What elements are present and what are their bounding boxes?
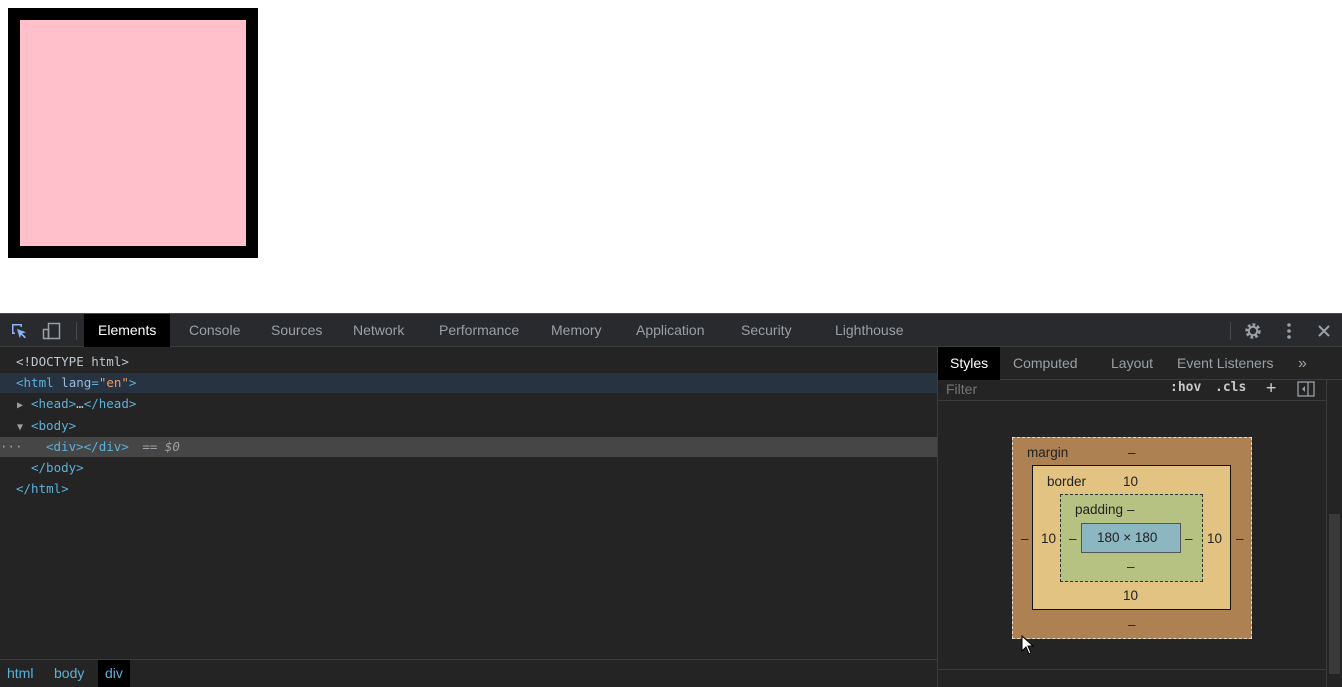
dom-line-body-close[interactable]: </body> <box>0 458 937 478</box>
content-size-value: 180 × 180 <box>1097 530 1158 545</box>
elements-tree: <!DOCTYPE html> <html lang="en"> ▶ <head>… <box>0 347 937 659</box>
styles-filter-bar: :hov .cls + <box>938 380 1326 401</box>
device-toolbar-icon[interactable] <box>42 321 62 341</box>
dom-line-doctype[interactable]: <!DOCTYPE html> <box>0 352 937 372</box>
border-right-value[interactable]: 10 <box>1207 531 1222 546</box>
new-style-rule-button[interactable]: + <box>1266 380 1276 398</box>
body-open-tag: <body> <box>31 418 77 433</box>
sidebar-tabs: Styles Computed Layout Event Listeners » <box>938 347 1342 380</box>
breadcrumb-html[interactable]: html <box>0 660 40 687</box>
tab-network[interactable]: Network <box>353 314 404 347</box>
styles-scrollbar[interactable] <box>1326 380 1342 687</box>
padding-label: padding <box>1075 502 1124 517</box>
border-label: border <box>1047 474 1087 489</box>
more-dots-icon[interactable]: ··· <box>0 437 23 457</box>
tab-styles[interactable]: Styles <box>938 347 1001 380</box>
breadcrumb-div[interactable]: div <box>98 660 130 687</box>
tab-elements[interactable]: Elements <box>84 314 171 347</box>
margin-left-value[interactable]: – <box>1021 531 1029 546</box>
tab-lighthouse[interactable]: Lighthouse <box>835 314 904 347</box>
doctype-text: <!DOCTYPE html> <box>16 354 129 369</box>
collapse-triangle-icon[interactable]: ▼ <box>17 418 31 438</box>
more-options-icon[interactable] <box>1279 321 1299 341</box>
toolbar-divider <box>1230 322 1231 340</box>
tab-sources[interactable]: Sources <box>271 314 322 347</box>
margin-top-value[interactable]: – <box>1128 445 1136 460</box>
tab-memory[interactable]: Memory <box>551 314 602 347</box>
dom-line-div[interactable]: ··· <div></div> == $0 <box>0 437 937 457</box>
padding-left-value[interactable]: – <box>1069 531 1077 546</box>
tab-performance[interactable]: Performance <box>439 314 519 347</box>
border-bottom-value[interactable]: 10 <box>1123 588 1138 603</box>
pink-box-div <box>8 8 258 258</box>
div-close-tag: </div> <box>83 439 129 454</box>
scrollbar-thumb[interactable] <box>1329 514 1340 674</box>
breadcrumb-body[interactable]: body <box>47 660 91 687</box>
padding-bottom-value[interactable]: – <box>1127 559 1135 574</box>
html-close-tag: </html> <box>16 481 69 496</box>
tab-layout[interactable]: Layout <box>1111 347 1153 380</box>
divider <box>938 669 1326 670</box>
border-top-value[interactable]: 10 <box>1123 474 1138 489</box>
close-icon[interactable] <box>1314 321 1334 341</box>
tab-console[interactable]: Console <box>189 314 240 347</box>
margin-bottom-value[interactable]: – <box>1128 617 1136 632</box>
head-ellipsis[interactable]: … <box>76 396 84 411</box>
border-left-value[interactable]: 10 <box>1041 531 1056 546</box>
margin-right-value[interactable]: – <box>1236 531 1244 546</box>
hover-state-button[interactable]: :hov <box>1170 380 1201 398</box>
tab-computed[interactable]: Computed <box>1013 347 1078 380</box>
dom-line-html-close[interactable]: </html> <box>0 479 937 499</box>
page-viewport <box>0 0 1342 313</box>
inspect-element-icon[interactable] <box>9 321 29 341</box>
expand-triangle-icon[interactable]: ▶ <box>17 396 31 416</box>
devtools-panel: Elements Console Sources Network Perform… <box>0 313 1342 687</box>
content-box[interactable]: 180 × 180 <box>1081 523 1181 553</box>
tab-event-listeners[interactable]: Event Listeners <box>1177 347 1274 380</box>
more-tabs-chevron-icon[interactable]: » <box>1298 347 1307 380</box>
class-toggle-button[interactable]: .cls <box>1215 380 1246 398</box>
padding-top-value[interactable]: – <box>1127 502 1135 517</box>
html-attr-value: "en" <box>98 375 129 390</box>
html-attr-name: lang <box>61 375 92 390</box>
toggle-sidebar-icon[interactable] <box>1297 381 1315 399</box>
mouse-cursor-icon <box>1021 634 1035 660</box>
selected-element-marker: == $0 <box>142 439 180 454</box>
html-open-tag: <html <box>16 375 54 390</box>
margin-label: margin <box>1027 445 1069 460</box>
padding-right-value[interactable]: – <box>1185 531 1193 546</box>
styles-sidebar: Styles Computed Layout Event Listeners »… <box>937 347 1342 687</box>
toolbar-divider <box>76 322 77 340</box>
tab-security[interactable]: Security <box>741 314 792 347</box>
div-open-tag: <div> <box>46 439 84 454</box>
settings-gear-icon[interactable] <box>1243 321 1263 341</box>
filter-input[interactable] <box>946 380 1154 398</box>
devtools-tabbar: Elements Console Sources Network Perform… <box>0 313 1342 347</box>
html-close-bracket: > <box>128 375 137 390</box>
dom-line-head[interactable]: ▶ <head>…</head> <box>0 394 937 414</box>
body-close-tag: </body> <box>31 460 84 475</box>
head-close-tag: </head> <box>83 396 137 411</box>
dom-line-body[interactable]: ▼ <body> <box>0 416 937 436</box>
head-open-tag: <head> <box>31 396 77 411</box>
tab-application[interactable]: Application <box>636 314 705 347</box>
breadcrumb: html body div <box>0 659 937 687</box>
dom-line-html[interactable]: <html lang="en"> <box>0 373 937 393</box>
